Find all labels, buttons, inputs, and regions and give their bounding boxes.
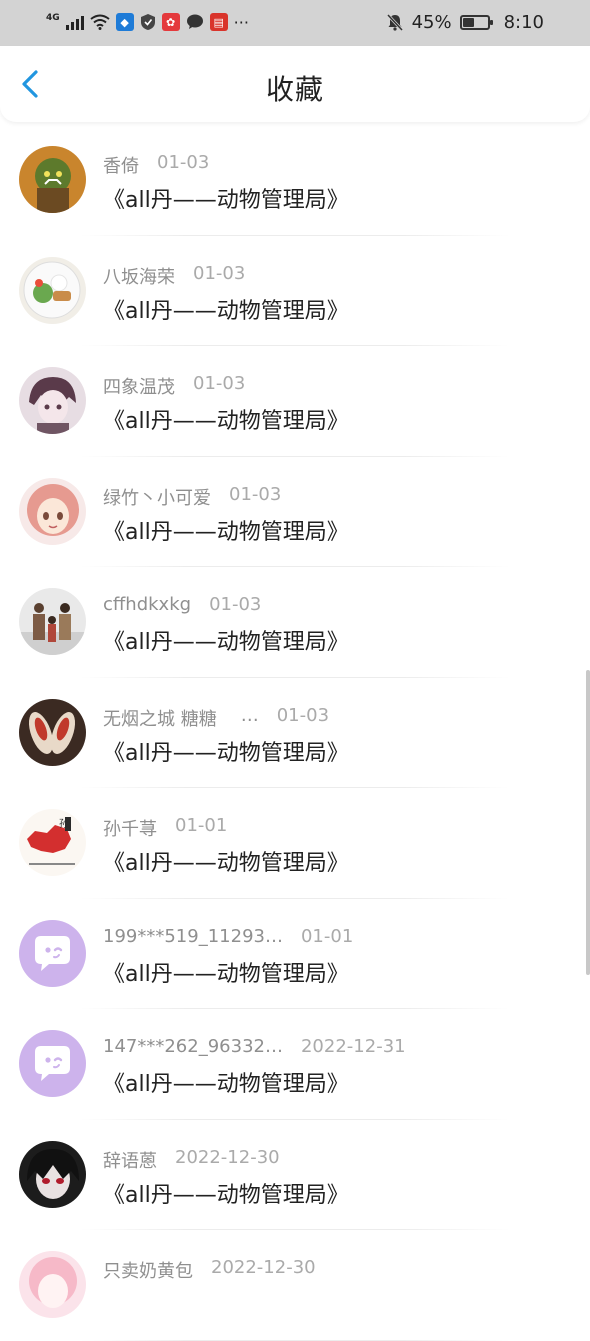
item-meta: 八坂海荣 01-03 <box>103 263 245 289</box>
username: 辞语蒽 <box>103 1150 157 1172</box>
item-date: 01-03 <box>157 152 210 173</box>
list-item[interactable]: 四象温茂 01-03 《all丹——动物管理局》 <box>0 346 590 457</box>
username: 无烟之城 糖糖 <box>103 708 217 730</box>
item-title[interactable]: 《all丹——动物管理局》 <box>103 956 349 988</box>
item-date: 01-03 <box>276 704 330 726</box>
item-meta: 只卖奶黄包 2022-12-30 <box>103 1257 316 1283</box>
scrollbar[interactable] <box>586 670 590 975</box>
battery-percent: 45% <box>411 11 452 33</box>
item-title[interactable]: 《all丹——动物管理局》 <box>103 182 349 214</box>
list-item[interactable]: 香倚 01-03 《all丹——动物管理局》 <box>0 125 590 236</box>
item-date: 01-03 <box>229 483 282 505</box>
username: cffhdkxkg <box>103 594 192 615</box>
list-item[interactable]: 八坂海荣 01-03 《all丹——动物管理局》 <box>0 236 590 346</box>
avatar[interactable]: 孙 <box>19 809 86 876</box>
username-truncation: … <box>240 704 259 726</box>
battery-icon <box>459 14 493 30</box>
wifi-icon <box>90 14 110 30</box>
more-icon: ··· <box>233 12 249 32</box>
item-date: 01-03 <box>209 594 262 615</box>
username: 只卖奶黄包 <box>103 1261 193 1282</box>
avatar[interactable] <box>19 367 86 434</box>
username: 147***262_96332… <box>103 1036 283 1057</box>
item-meta: 无烟之城 糖糖 … 01-03 <box>103 705 329 731</box>
avatar[interactable] <box>19 1140 86 1208</box>
avatar[interactable] <box>19 256 86 324</box>
username: 199***519_11293… <box>103 925 283 947</box>
clock: 8:10 <box>503 11 544 33</box>
item-title[interactable]: 《all丹——动物管理局》 <box>103 1066 349 1098</box>
mute-bell-icon <box>386 13 403 31</box>
item-date: 01-01 <box>300 925 354 947</box>
item-date: 01-03 <box>193 262 246 284</box>
status-bar-left: 4G ◆ ✿ ▤ ··· <box>46 10 249 34</box>
list-item[interactable]: 199***519_11293… 01-01 《all丹——动物管理局》 <box>0 899 590 1009</box>
item-meta: 199***519_11293… 01-01 <box>103 926 353 947</box>
username: 香倚 <box>103 156 139 177</box>
avatar[interactable] <box>19 477 86 545</box>
list-item[interactable]: 孙 孙千荨 01-01 《all丹——动物管理局》 <box>0 788 590 899</box>
avatar[interactable] <box>19 146 86 213</box>
list-item[interactable]: 无烟之城 糖糖 … 01-03 《all丹——动物管理局》 <box>0 678 590 788</box>
status-bar-right: 45% 8:10 <box>386 10 544 34</box>
item-title[interactable]: 《all丹——动物管理局》 <box>103 735 349 767</box>
status-bar: 4G ◆ ✿ ▤ ··· 45% 8:10 <box>0 0 590 46</box>
avatar[interactable] <box>19 698 86 766</box>
avatar[interactable] <box>19 1030 86 1097</box>
item-title[interactable]: 《all丹——动物管理局》 <box>103 403 349 435</box>
item-meta: cffhdkxkg 01-03 <box>103 594 261 615</box>
list-item[interactable]: 147***262_96332… 2022-12-31 《all丹——动物管理局》 <box>0 1009 590 1120</box>
item-date: 01-03 <box>193 373 246 394</box>
app-icon-news: ▤ <box>209 13 228 31</box>
app-notification-icon: ◆ <box>115 13 134 31</box>
favorites-list: 香倚 01-03 《all丹——动物管理局》 八坂海荣 01-03 《all丹——动物管理… <box>0 125 590 1341</box>
avatar[interactable] <box>19 588 86 655</box>
item-meta: 孙千荨 01-01 <box>103 815 227 841</box>
list-item[interactable]: cffhdkxkg 01-03 《all丹——动物管理局》 <box>0 567 590 678</box>
signal-icon <box>65 14 84 30</box>
item-title[interactable]: 《all丹——动物管理局》 <box>103 845 349 877</box>
item-meta: 辞语蒽 2022-12-30 <box>103 1147 280 1173</box>
username-gap <box>217 705 241 731</box>
chat-bubble-icon <box>186 14 203 29</box>
header: 收藏 <box>0 46 590 122</box>
shield-icon <box>140 14 155 30</box>
page-title: 收藏 <box>265 73 324 106</box>
username: 四象温茂 <box>103 377 175 398</box>
item-meta: 147***262_96332… 2022-12-31 <box>103 1036 406 1057</box>
network-type: 4G <box>46 13 60 23</box>
item-meta: 香倚 01-03 <box>103 152 209 178</box>
avatar[interactable] <box>19 919 86 987</box>
divider <box>80 1339 510 1341</box>
list-item[interactable]: 只卖奶黄包 2022-12-30 <box>0 1230 590 1341</box>
avatar[interactable] <box>19 1251 86 1318</box>
item-date: 2022-12-30 <box>175 1146 280 1168</box>
item-meta: 四象温茂 01-03 <box>103 373 245 399</box>
item-date: 2022-12-31 <box>300 1036 406 1057</box>
list-item[interactable]: 绿竹丶小可爱 01-03 《all丹——动物管理局》 <box>0 457 590 567</box>
username: 绿竹丶小可爱 <box>103 487 211 509</box>
item-title[interactable]: 《all丹——动物管理局》 <box>103 514 349 546</box>
item-title[interactable]: 《all丹——动物管理局》 <box>103 624 349 656</box>
item-meta: 绿竹丶小可爱 01-03 <box>103 484 281 510</box>
item-title[interactable]: 《all丹——动物管理局》 <box>103 1177 349 1209</box>
item-date: 2022-12-30 <box>211 1257 316 1278</box>
item-title[interactable]: 《all丹——动物管理局》 <box>103 293 349 325</box>
svg-text:孙: 孙 <box>59 817 69 830</box>
username: 八坂海荣 <box>103 266 175 288</box>
item-date: 01-01 <box>175 815 228 836</box>
app-icon-red: ✿ <box>161 13 180 31</box>
list-item[interactable]: 辞语蒽 2022-12-30 《all丹——动物管理局》 <box>0 1120 590 1230</box>
username: 孙千荨 <box>103 819 157 840</box>
